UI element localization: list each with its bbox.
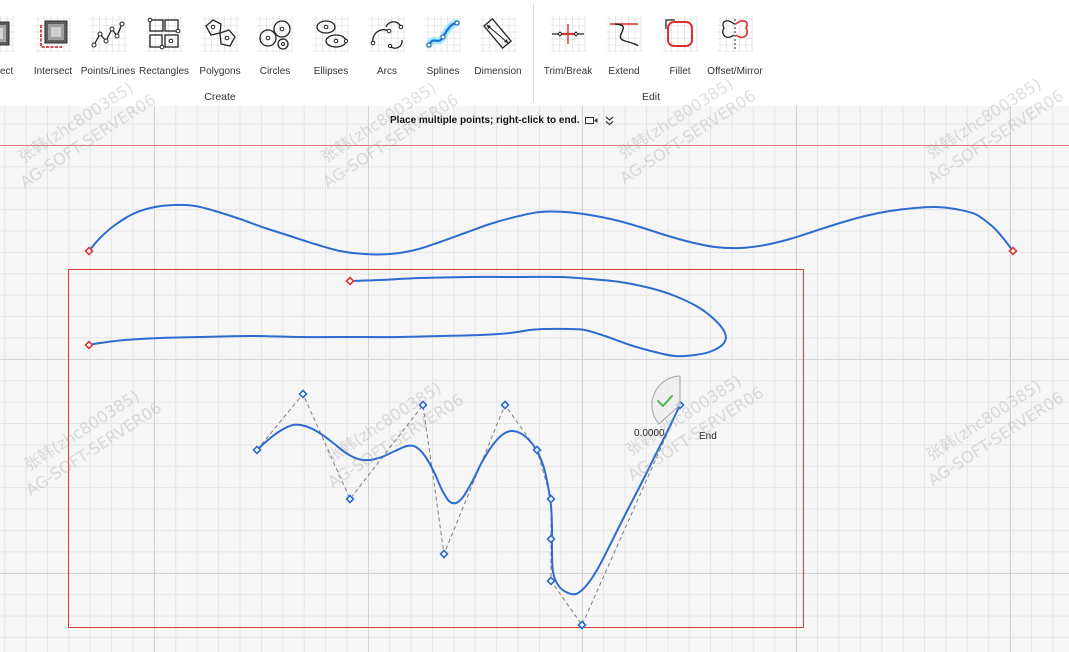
curve-endpoint[interactable] [345,276,355,286]
spline-curve-top[interactable] [88,203,1014,256]
tip-value-readout: 0.0000 [634,428,665,439]
polygons-icon [202,16,238,52]
connect-icon [0,16,14,52]
create-group-label: Create [204,91,236,103]
tip-end-label: End [699,431,717,442]
edit-group-label: Edit [641,91,661,103]
rectangles-icon [146,16,182,52]
dimension-icon [480,16,516,52]
intersect-icon [35,16,71,52]
tool-label: Arcs [377,66,397,77]
tool-label: Extend [608,66,640,77]
tool-label: Rectangles [138,66,190,77]
sketch-boundary-rectangle[interactable] [68,269,804,628]
double-chevron-down-icon[interactable] [605,116,614,126]
tool-dimension-button[interactable]: Dimension [470,0,526,84]
command-prompt: Place multiple points; right-click to en… [390,114,614,127]
tool-label: Points/Lines [80,66,136,77]
control-points-group [252,389,685,630]
control-point[interactable] [500,400,510,410]
control-point[interactable] [546,494,556,504]
sketch-ribbon: ect Intersect Points/Lines Rectangles Po… [0,0,1069,106]
tool-points-lines-button[interactable]: Points/Lines [80,0,136,84]
ribbon-group-separator [533,4,534,102]
tool-label: Splines [426,66,460,77]
extend-icon [606,16,642,52]
tool-splines-button[interactable]: Splines [415,0,471,84]
points-lines-icon [90,16,126,52]
fillet-icon [662,16,698,52]
tool-label: Offset/Mirror [707,66,763,77]
control-point[interactable] [546,576,556,586]
tool-fillet-button[interactable]: Fillet [652,0,708,84]
splines-icon [425,16,461,52]
tool-rectangles-button[interactable]: Rectangles [136,0,192,84]
offset-mirror-icon [717,16,753,52]
tool-trim-break-button[interactable]: Trim/Break [540,0,596,84]
circles-icon [257,16,293,52]
tool-label: Trim/Break [543,66,593,77]
end-angle-widget[interactable] [651,375,681,425]
tool-connect-button[interactable]: ect [0,0,16,84]
tool-label: Dimension [474,66,522,77]
tool-ellipses-button[interactable]: Ellipses [303,0,359,84]
curve-endpoint[interactable] [84,340,94,350]
control-point[interactable] [546,534,556,544]
angle-sector[interactable] [651,375,681,425]
ellipses-icon [313,16,349,52]
arcs-icon [369,16,405,52]
tool-label: Circles [259,66,291,77]
tool-label: Polygons [199,66,241,77]
app-window: 0.0000 End ect Intersect Points/Lines Re… [0,0,1069,652]
spline-control-polygon [256,393,681,627]
active-spline-curve[interactable] [256,404,681,596]
prompt-text: Place multiple points; right-click to en… [390,115,580,126]
video-icon[interactable] [585,116,598,125]
tool-intersect-button[interactable]: Intersect [25,0,81,84]
tool-polygons-button[interactable]: Polygons [192,0,248,84]
tool-extend-button[interactable]: Extend [596,0,652,84]
tool-offset-mirror-button[interactable]: Offset/Mirror [707,0,763,84]
trim-break-icon [550,16,586,52]
curve-endpoints-group [84,246,1018,350]
spline-curve-hairpin[interactable] [88,275,727,358]
tool-label: Intersect [33,66,73,77]
tool-arcs-button[interactable]: Arcs [359,0,415,84]
tool-label: Ellipses [313,66,349,77]
tool-label: ect [0,66,14,77]
tool-label: Fillet [669,66,691,77]
control-point[interactable] [439,549,449,559]
control-point[interactable] [298,389,308,399]
tool-circles-button[interactable]: Circles [247,0,303,84]
